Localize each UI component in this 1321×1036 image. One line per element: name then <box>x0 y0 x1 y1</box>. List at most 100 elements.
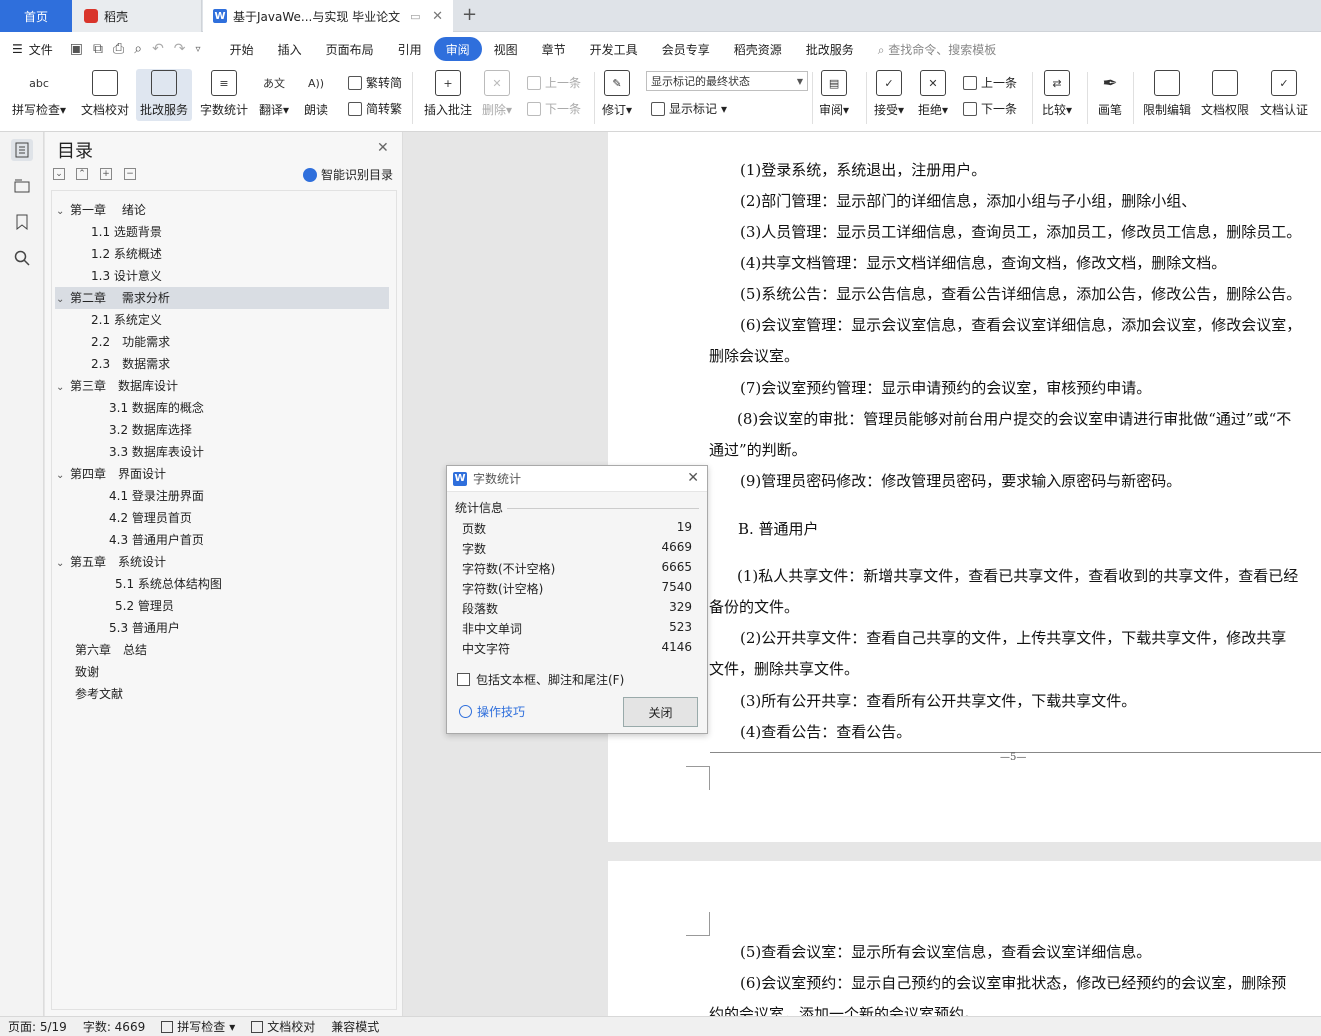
chevron-down-icon[interactable]: ⌄ <box>56 201 70 223</box>
toc-item[interactable]: 致谢 <box>75 661 99 683</box>
restrict-edit-button[interactable]: 限制编辑 <box>1143 70 1191 118</box>
toc-item[interactable]: 2.3 数据需求 <box>91 353 170 375</box>
expand-all-icon[interactable]: ⌃ <box>76 168 88 180</box>
toc-item[interactable]: 3.1 数据库的概念 <box>109 397 204 419</box>
toc-item[interactable]: 4.1 登录注册界面 <box>109 485 204 507</box>
tab-daoke[interactable]: 稻壳 <box>72 0 202 32</box>
translate-button[interactable]: あ文 翻译▾ <box>259 70 289 118</box>
review-pane-button[interactable]: ▤ 审阅▾ <box>819 70 849 118</box>
menu-review[interactable]: 审阅 <box>433 37 482 61</box>
doc-paragraph[interactable]: (4)共享文档管理：显示文档详细信息，查询文档，修改文档，删除文档。 <box>740 252 1226 273</box>
menu-insert[interactable]: 插入 <box>266 37 314 61</box>
tips-link[interactable]: 操作技巧 <box>459 703 525 720</box>
menu-daoke-resources[interactable]: 稻壳资源 <box>722 37 794 61</box>
tab-document[interactable]: W 基于JavaWe...与实现 毕业论文 ▭ ✕ <box>203 0 453 32</box>
doc-paragraph[interactable]: 通过”的判断。 <box>709 439 807 460</box>
smart-toc-button[interactable]: 智能识别目录 <box>303 166 393 183</box>
new-tab-button[interactable]: + <box>462 4 477 25</box>
next-comment-button[interactable]: 下一条 <box>527 100 581 117</box>
toc-item[interactable]: ⌄ 第四章 界面设计 <box>56 463 166 485</box>
doc-paragraph[interactable]: (5)系统公告：显示公告信息，查看公告详细信息，添加公告，修改公告，删除公告。 <box>740 283 1301 304</box>
close-button[interactable]: 关闭 <box>623 697 698 727</box>
menu-section[interactable]: 章节 <box>530 37 578 61</box>
chevron-down-icon[interactable]: ⌄ <box>56 377 70 399</box>
save-icon[interactable]: ▣ <box>65 41 88 57</box>
menu-review-service[interactable]: 批改服务 <box>794 37 866 61</box>
doc-proof-status[interactable]: 文档校对 <box>243 1018 323 1035</box>
print-preview-icon[interactable]: ⌕ <box>129 41 147 57</box>
add-heading-icon[interactable]: + <box>100 168 112 180</box>
menu-page-layout[interactable]: 页面布局 <box>314 37 386 61</box>
customize-chevron-icon[interactable]: ▿ <box>191 44 206 55</box>
doc-paragraph[interactable]: (5)查看会议室：显示所有会议室信息，查看会议室详细信息。 <box>740 941 1151 962</box>
toc-item[interactable]: 1.2 系统概述 <box>91 243 162 265</box>
menu-member[interactable]: 会员专享 <box>650 37 722 61</box>
doc-paragraph[interactable]: (6)会议室管理：显示会议室信息，查看会议室详细信息，添加会议室，修改会议室， <box>740 314 1301 335</box>
reject-button[interactable]: ✕ 拒绝▾ <box>918 70 948 118</box>
toc-item[interactable]: 2.1 系统定义 <box>91 309 162 331</box>
doc-paragraph[interactable]: (9)管理员密码修改：修改管理员密码，要求输入原密码与新密码。 <box>740 470 1181 491</box>
doc-auth-button[interactable]: ✓ 文档认证 <box>1260 70 1308 118</box>
checkbox-icon[interactable] <box>457 673 470 686</box>
word-count-button[interactable]: ≡ 字数统计 <box>200 70 248 118</box>
toc-item[interactable]: 2.2 功能需求 <box>91 331 170 353</box>
show-markup-button[interactable]: 显示标记 ▾ <box>651 100 727 117</box>
compare-button[interactable]: ⇄ 比较▾ <box>1042 70 1072 118</box>
menu-references[interactable]: 引用 <box>386 37 434 61</box>
menu-start[interactable]: 开始 <box>218 37 266 61</box>
simp-to-trad-button[interactable]: 简转繁 <box>348 100 402 117</box>
chapter-nav-icon[interactable] <box>11 175 33 197</box>
search-icon[interactable] <box>11 247 33 269</box>
prev-comment-button[interactable]: 上一条 <box>527 74 581 91</box>
remove-heading-icon[interactable]: − <box>124 168 136 180</box>
file-menu[interactable]: ☰ 文件 <box>0 37 65 61</box>
doc-paragraph[interactable]: (7)会议室预约管理：显示申请预约的会议室，审核预约申请。 <box>740 377 1151 398</box>
delete-comment-button[interactable]: ✕ 删除▾ <box>482 70 512 118</box>
chevron-down-icon[interactable]: ⌄ <box>56 553 70 575</box>
close-icon[interactable]: ✕ <box>687 470 699 486</box>
next-change-button[interactable]: 下一条 <box>963 100 1017 117</box>
page-indicator[interactable]: 页面: 5/19 <box>0 1018 75 1035</box>
accept-button[interactable]: ✓ 接受▾ <box>874 70 904 118</box>
doc-paragraph[interactable]: 备份的文件。 <box>709 596 799 617</box>
insert-comment-button[interactable]: + 插入批注 <box>424 70 472 118</box>
toc-item[interactable]: ⌄ 第三章 数据库设计 <box>56 375 178 397</box>
chevron-down-icon[interactable]: ⌄ <box>56 289 70 311</box>
doc-paragraph[interactable]: (6)会议室预约：显示自己预约的会议室审批状态，修改已经预约的会议室，删除预 <box>740 972 1286 993</box>
doc-paragraph[interactable]: (8)会议室的审批：管理员能够对前台用户提交的会议室申请进行审批做“通过”或“不 <box>737 408 1291 429</box>
doc-paragraph[interactable]: 文件，删除共享文件。 <box>709 658 859 679</box>
tab-home[interactable]: 首页 <box>0 0 72 32</box>
trad-to-simp-button[interactable]: 繁转简 <box>348 74 402 91</box>
toc-item[interactable]: 参考文献 <box>75 683 123 705</box>
toc-item[interactable]: 5.1 系统总体结构图 <box>115 573 222 595</box>
toc-item[interactable]: ⌄ 第五章 系统设计 <box>56 551 166 573</box>
doc-paragraph[interactable]: (4)查看公告：查看公告。 <box>740 721 911 742</box>
menu-developer[interactable]: 开发工具 <box>578 37 650 61</box>
doc-paragraph[interactable]: (2)部门管理：显示部门的详细信息，添加小组与子小组，删除小组、 <box>740 190 1196 211</box>
prev-change-button[interactable]: 上一条 <box>963 74 1017 91</box>
menu-view[interactable]: 视图 <box>482 37 530 61</box>
toc-item[interactable]: ⌄ 第二章 需求分析 <box>55 287 389 309</box>
toc-item[interactable]: 4.3 普通用户首页 <box>109 529 204 551</box>
close-icon[interactable]: ✕ <box>377 140 389 156</box>
redo-icon[interactable]: ↷ <box>169 41 191 57</box>
toc-item[interactable]: 3.3 数据库表设计 <box>109 441 204 463</box>
window-icon[interactable]: ▭ <box>410 10 420 23</box>
doc-heading[interactable]: B. 普通用户 <box>738 518 819 539</box>
toc-item[interactable]: 5.2 管理员 <box>115 595 174 617</box>
doc-paragraph[interactable]: (1)私人共享文件：新增共享文件，查看已共享文件，查看收到的共享文件，查看已经 <box>737 565 1298 586</box>
toc-item[interactable]: 1.1 选题背景 <box>91 221 162 243</box>
toc-icon[interactable] <box>11 139 33 161</box>
toc-item[interactable]: 1.3 设计意义 <box>91 265 162 287</box>
collapse-all-icon[interactable]: ⌄ <box>53 168 65 180</box>
review-service-button[interactable]: 批改服务 <box>136 69 193 121</box>
print-icon[interactable]: ⎙ <box>108 41 129 57</box>
dialog-titlebar[interactable]: W 字数统计 <box>447 466 707 492</box>
spell-check-button[interactable]: abc 拼写检查▾ <box>12 70 66 118</box>
doc-paragraph[interactable]: 删除会议室。 <box>709 345 799 366</box>
doc-proof-button[interactable]: 文档校对 <box>81 70 129 118</box>
spell-check-status[interactable]: 拼写检查 ▾ <box>153 1018 243 1035</box>
toc-item[interactable]: 4.2 管理员首页 <box>109 507 192 529</box>
track-changes-button[interactable]: ✎ 修订▾ <box>602 70 632 118</box>
bookmark-icon[interactable] <box>11 211 33 233</box>
